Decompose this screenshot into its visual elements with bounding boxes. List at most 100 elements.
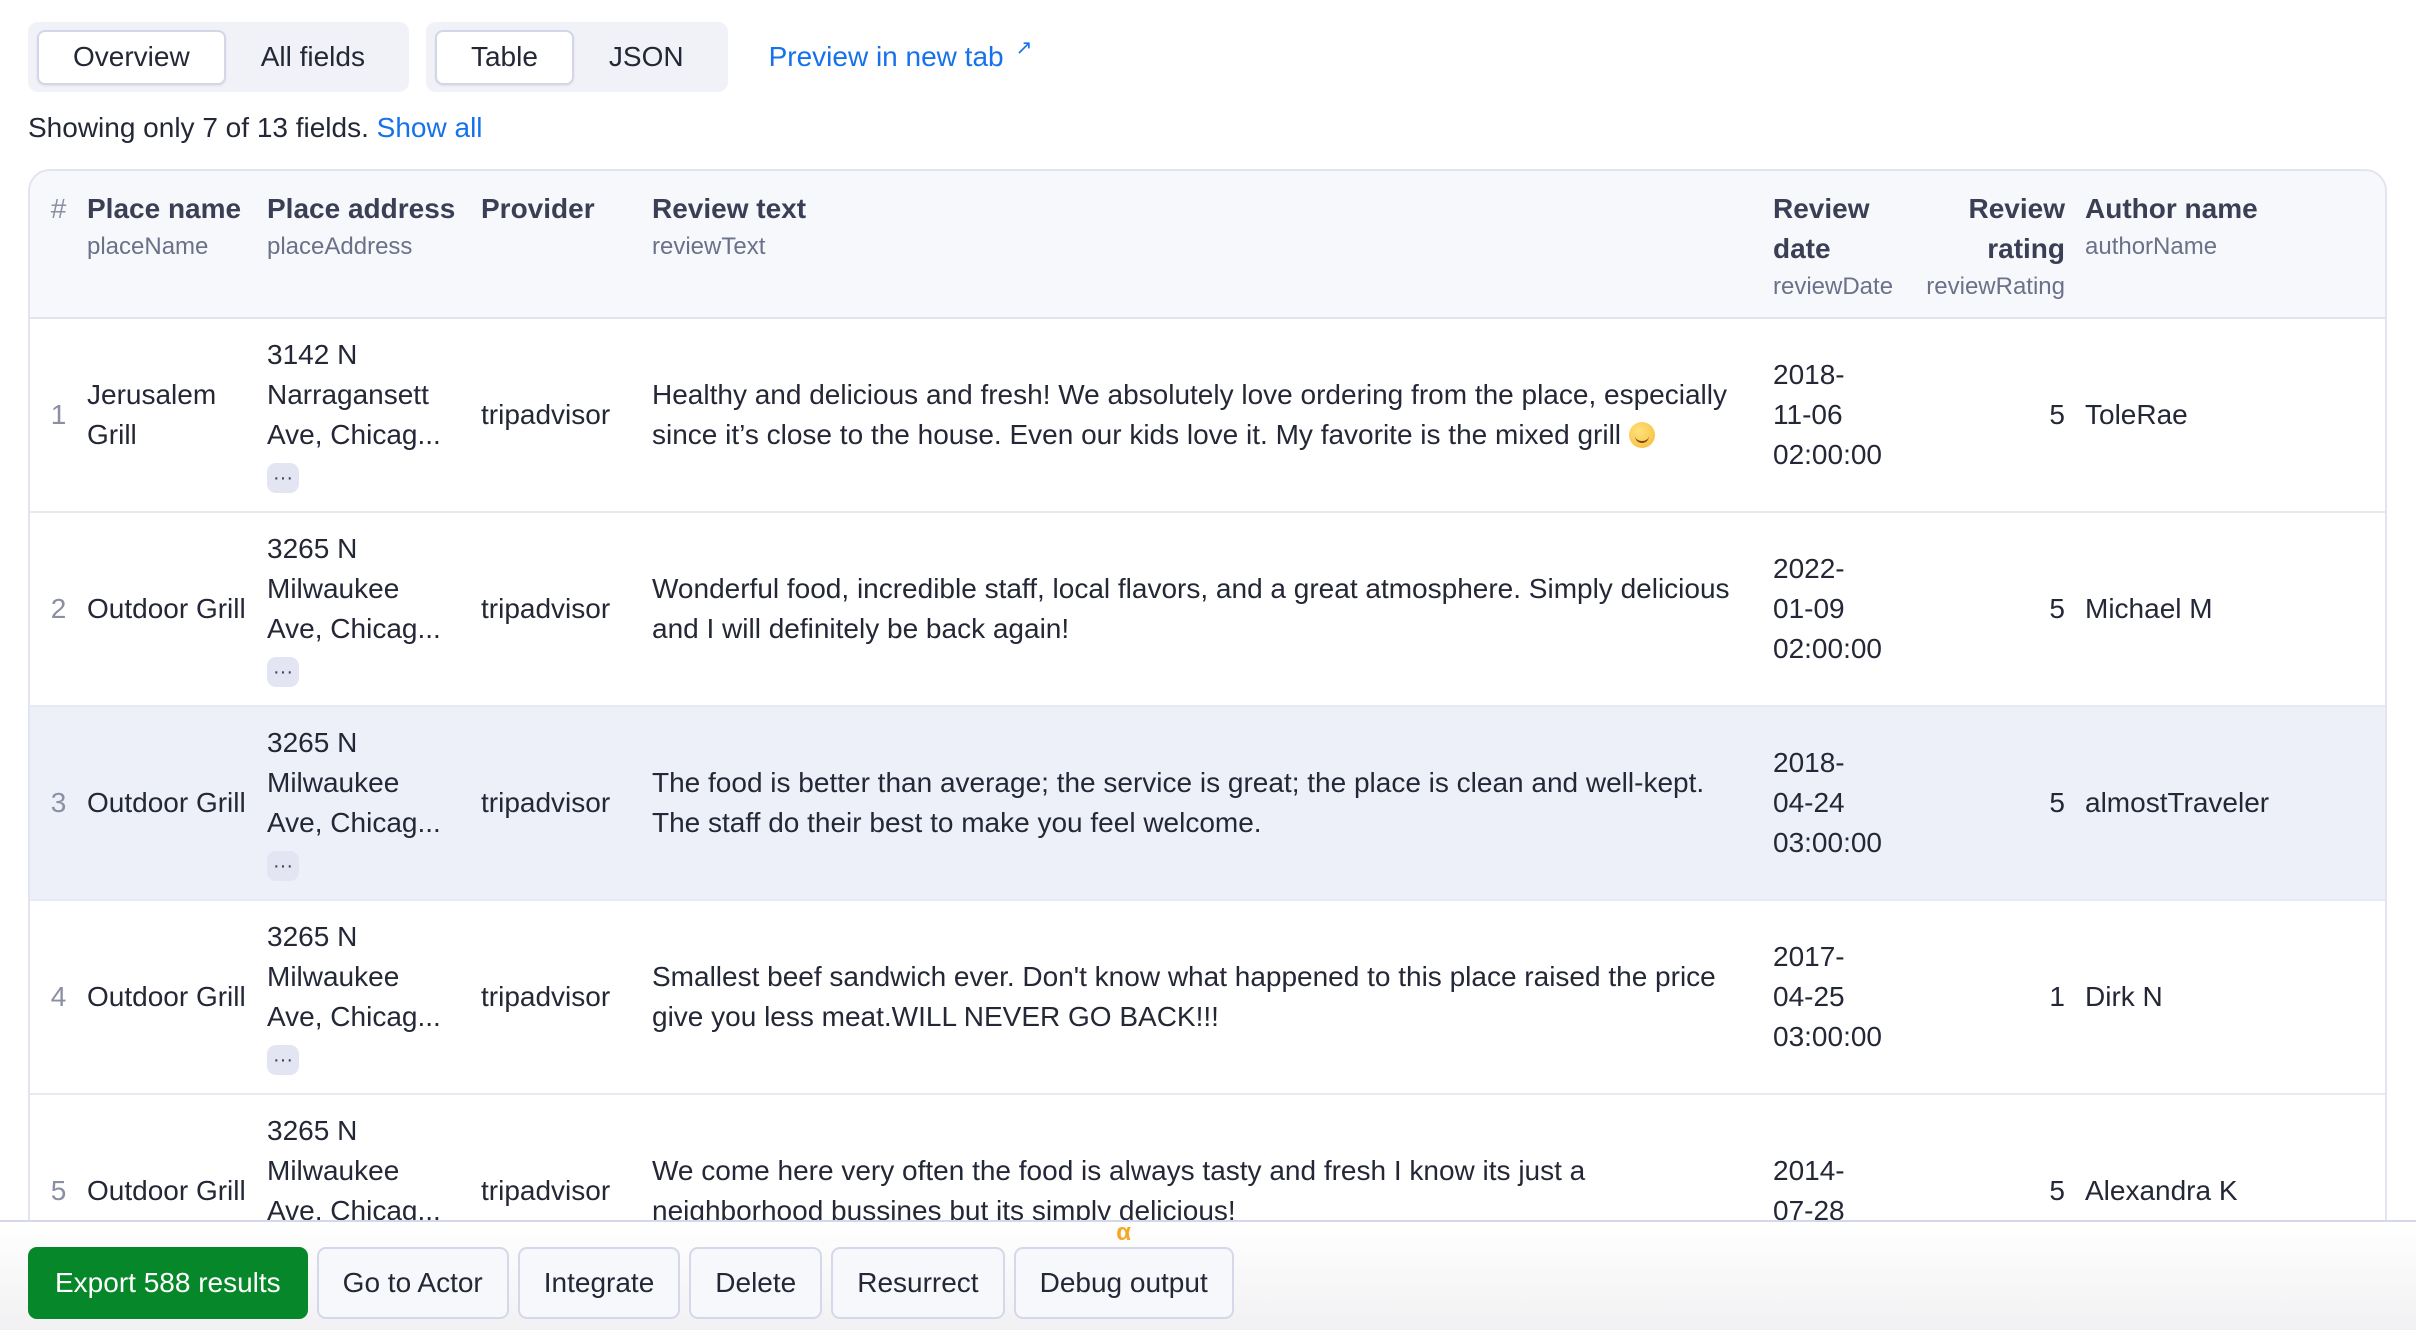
table-row[interactable]: 3 Outdoor Grill 3265 N Milwaukee Ave, Chicag… (30, 706, 2385, 901)
preview-in-new-tab-link[interactable]: Preview in new tab ↗ (768, 37, 1033, 73)
place-address-line: 3265 N (267, 1115, 358, 1146)
place-address-line: 3265 N (267, 727, 358, 758)
review-rating-cell: 5 (1908, 318, 2085, 513)
author-name-cell: Dirk N (2085, 900, 2385, 1095)
column-header-review-date[interactable]: Review date reviewDate (1773, 171, 1908, 319)
place-address-line: 3265 N (267, 921, 358, 952)
place-address-line: Narragansett (267, 379, 429, 410)
table-header-row: # Place name placeName Place address pla… (30, 171, 2385, 319)
top-toolbar: Overview All fields Table JSON Preview i… (28, 22, 1032, 92)
review-date-cell: 2018- 11-06 02:00:00 (1773, 318, 1908, 513)
provider-cell: tripadvisor (481, 318, 652, 513)
field-key-review-date: reviewDate (1773, 273, 1894, 300)
place-name-cell: Outdoor Grill (87, 706, 267, 901)
tab-json[interactable]: JSON (574, 30, 719, 85)
review-text: Healthy and delicious and fresh! We abso… (652, 379, 1727, 450)
review-text: Wonderful food, incredible staff, local … (652, 573, 1730, 644)
place-address-line: Ave, Chicag... (267, 1001, 441, 1032)
external-link-icon: ↗ (1015, 37, 1033, 59)
table-row[interactable]: 4 Outdoor Grill 3265 N Milwaukee Ave, Chicag… (30, 900, 2385, 1095)
place-address-line: Milwaukee (267, 573, 400, 604)
column-header-author-name[interactable]: Author name authorName (2085, 171, 2385, 319)
review-text: Smallest beef sandwich ever. Don't know … (652, 961, 1716, 1032)
export-results-button[interactable]: Export 588 results (28, 1247, 308, 1319)
debug-output-button[interactable]: α Debug output (1013, 1219, 1234, 1319)
results-table: # Place name placeName Place address pla… (28, 169, 2387, 1249)
review-date-line: 2022- (1773, 553, 1845, 584)
review-date-line: 03:00:00 (1773, 1021, 1882, 1052)
row-index: 4 (30, 900, 87, 1095)
expand-more-button[interactable]: ··· (267, 851, 299, 881)
review-date-line: 03:00:00 (1773, 827, 1882, 858)
field-key-place-name: placeName (87, 233, 209, 260)
review-date-line: 04-24 (1773, 787, 1845, 818)
fields-note: Showing only 7 of 13 fields. Show all (28, 112, 483, 144)
row-index: 2 (30, 512, 87, 707)
review-date-line: 2017- (1773, 941, 1845, 972)
provider-cell: tripadvisor (481, 706, 652, 901)
field-key-author-name: authorName (2085, 233, 2218, 260)
resurrect-button[interactable]: Resurrect (831, 1247, 1005, 1319)
field-key-review-rating: reviewRating (1926, 273, 2065, 300)
place-name-cell: Outdoor Grill (87, 512, 267, 707)
provider-cell: tripadvisor (481, 900, 652, 1095)
place-address-line: Milwaukee (267, 1155, 400, 1186)
preview-link-label: Preview in new tab (768, 41, 1004, 72)
field-key-place-address: placeAddress (267, 233, 413, 260)
table-row[interactable]: 1 Jerusalem Grill 3142 N Narragansett Ave, C… (30, 318, 2385, 513)
review-rating-cell: 1 (1908, 900, 2085, 1095)
column-header-review-rating[interactable]: Review rating reviewRating (1908, 171, 2085, 319)
row-index: 3 (30, 706, 87, 901)
provider-cell: tripadvisor (481, 512, 652, 707)
review-date-line: 2018- (1773, 747, 1845, 778)
review-rating-cell: 5 (1908, 512, 2085, 707)
review-text-cell: The food is better than average; the ser… (652, 706, 1773, 901)
column-header-place-address[interactable]: Place address placeAddress (267, 171, 481, 319)
review-text-cell: Healthy and delicious and fresh! We abso… (652, 318, 1773, 513)
review-date-cell: 2022- 01-09 02:00:00 (1773, 512, 1908, 707)
go-to-actor-button[interactable]: Go to Actor (316, 1247, 509, 1319)
expand-more-button[interactable]: ··· (267, 657, 299, 687)
tab-table[interactable]: Table (434, 29, 574, 85)
review-rating-cell: 5 (1908, 706, 2085, 901)
place-address-cell: 3265 N Milwaukee Ave, Chicag... ··· (267, 900, 481, 1095)
fields-note-text: Showing only 7 of 13 fields. (28, 112, 369, 143)
review-date-cell: 2017- 04-25 03:00:00 (1773, 900, 1908, 1095)
column-header-index[interactable]: # (30, 171, 87, 319)
tab-all-fields[interactable]: All fields (226, 30, 400, 85)
view-toggle: Overview All fields (28, 22, 409, 92)
place-address-line: Milwaukee (267, 961, 400, 992)
show-all-link[interactable]: Show all (377, 112, 483, 143)
review-text: The food is better than average; the ser… (652, 767, 1705, 838)
review-date-line: 02:00:00 (1773, 633, 1882, 664)
delete-button[interactable]: Delete (689, 1247, 823, 1319)
place-address-cell: 3265 N Milwaukee Ave, Chicag... ··· (267, 512, 481, 707)
author-name-cell: Michael M (2085, 512, 2385, 707)
review-date-line: 2014- (1773, 1155, 1845, 1186)
review-text-cell: Smallest beef sandwich ever. Don't know … (652, 900, 1773, 1095)
review-date-line: 11-06 (1773, 399, 1843, 430)
review-date-line: 02:00:00 (1773, 439, 1882, 470)
author-name-cell: ToleRae (2085, 318, 2385, 513)
place-name-cell: Jerusalem Grill (87, 318, 267, 513)
integrate-button[interactable]: Integrate (517, 1247, 681, 1319)
tab-overview[interactable]: Overview (37, 29, 226, 85)
review-text: We come here very often the food is alwa… (652, 1155, 1586, 1226)
table-row[interactable]: 2 Outdoor Grill 3265 N Milwaukee Ave, Chicag… (30, 512, 2385, 707)
column-header-review-text[interactable]: Review text reviewText (652, 171, 1773, 319)
place-address-cell: 3142 N Narragansett Ave, Chicag... ··· (267, 318, 481, 513)
debug-output-label: Debug output (1039, 1267, 1208, 1298)
format-toggle: Table JSON (425, 22, 728, 92)
column-header-provider[interactable]: Provider (481, 171, 652, 319)
place-address-line: Ave, Chicag... (267, 807, 441, 838)
place-name-cell: Outdoor Grill (87, 900, 267, 1095)
review-date-line: 01-09 (1773, 593, 1845, 624)
field-key-review-text: reviewText (652, 233, 766, 260)
column-header-place-name[interactable]: Place name placeName (87, 171, 267, 319)
bottom-action-bar: Export 588 results Go to Actor Integrate… (0, 1219, 2416, 1330)
place-address-line: Milwaukee (267, 767, 400, 798)
author-name-cell: almostTraveler (2085, 706, 2385, 901)
expand-more-button[interactable]: ··· (267, 1045, 299, 1075)
place-address-line: 3265 N (267, 533, 358, 564)
expand-more-button[interactable]: ··· (267, 463, 299, 493)
